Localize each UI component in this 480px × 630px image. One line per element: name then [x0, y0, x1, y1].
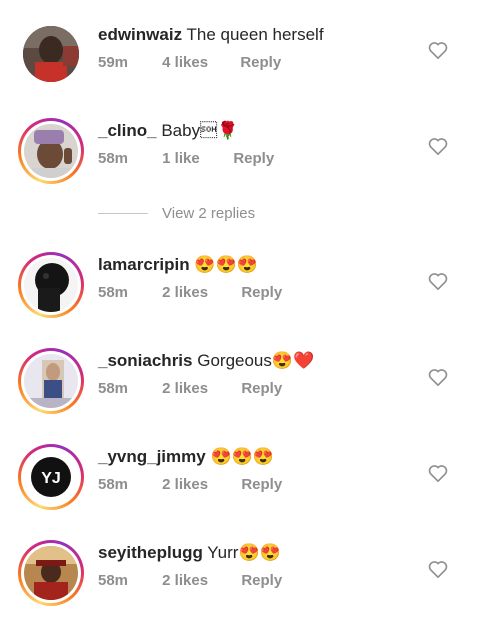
username[interactable]: edwinwaiz	[98, 25, 182, 44]
avatar[interactable]	[18, 252, 84, 318]
comment-item: lamarcripin 😍😍😍 58m 2 likes Reply	[0, 252, 480, 342]
username[interactable]: _clino_	[98, 121, 157, 140]
username[interactable]: _yvng_jimmy	[98, 447, 206, 466]
heart-icon[interactable]	[428, 368, 448, 386]
comment-time: 58m	[98, 572, 129, 589]
yj-logo-text: YJ	[41, 470, 61, 487]
likes-count[interactable]: 2 likes	[162, 572, 237, 589]
likes-count[interactable]: 2 likes	[162, 476, 237, 493]
reply-button[interactable]: Reply	[233, 150, 274, 167]
heart-icon[interactable]	[428, 272, 448, 290]
reply-button[interactable]: Reply	[241, 476, 282, 493]
heart-eyes-emoji: 😍😍	[238, 543, 281, 562]
reply-button[interactable]: Reply	[241, 284, 282, 301]
avatar[interactable]: YJ	[18, 444, 84, 510]
reply-button[interactable]: Reply	[240, 54, 281, 71]
comment-text: The queen herself	[186, 25, 324, 44]
comment-time: 58m	[98, 284, 129, 301]
heart-icon[interactable]	[428, 41, 448, 59]
replies-divider	[98, 213, 148, 214]
heart-icon[interactable]	[428, 464, 448, 482]
comment-item: _soniachris Gorgeous😍❤️ 58m 2 likes Repl…	[0, 348, 480, 438]
comment-time: 59m	[98, 54, 129, 71]
comment-time: 58m	[98, 150, 129, 167]
comment-item: _clino_ Baby🌹 58m 1 like Reply	[0, 118, 480, 208]
heart-icon[interactable]	[428, 560, 448, 578]
username[interactable]: lamarcripin	[98, 255, 190, 274]
comment-text: Gorgeous	[197, 351, 272, 370]
comment-item: seyitheplugg Yurr😍😍 58m 2 likes Reply	[0, 540, 480, 630]
reply-button[interactable]: Reply	[241, 572, 282, 589]
likes-count[interactable]: 2 likes	[162, 380, 237, 397]
avatar[interactable]	[18, 118, 84, 184]
avatar[interactable]	[18, 348, 84, 414]
rose-emoji: 🌹	[217, 121, 239, 140]
heart-eyes-emoji: 😍😍😍	[194, 255, 258, 274]
heart-icon[interactable]	[428, 137, 448, 155]
heart-eyes-emoji: 😍❤️	[271, 351, 315, 370]
username[interactable]: _soniachris	[98, 351, 193, 370]
comment-text: Yurr	[207, 543, 239, 562]
likes-count[interactable]: 1 like	[162, 150, 229, 167]
comment-item: YJ _yvng_jimmy 😍😍😍 58m 2 likes Reply	[0, 444, 480, 534]
avatar[interactable]	[18, 540, 84, 606]
likes-count[interactable]: 4 likes	[162, 54, 236, 71]
username[interactable]: seyitheplugg	[98, 543, 203, 562]
view-replies-label[interactable]: View 2 replies	[162, 205, 255, 222]
avatar[interactable]	[23, 26, 79, 82]
comment-time: 58m	[98, 380, 129, 397]
comment-item: edwinwaiz The queen herself 59m 4 likes …	[0, 22, 480, 112]
heart-eyes-emoji: 😍😍😍	[210, 447, 274, 466]
comment-text: Baby	[161, 121, 218, 140]
reply-button[interactable]: Reply	[241, 380, 282, 397]
likes-count[interactable]: 2 likes	[162, 284, 237, 301]
comment-time: 58m	[98, 476, 129, 493]
